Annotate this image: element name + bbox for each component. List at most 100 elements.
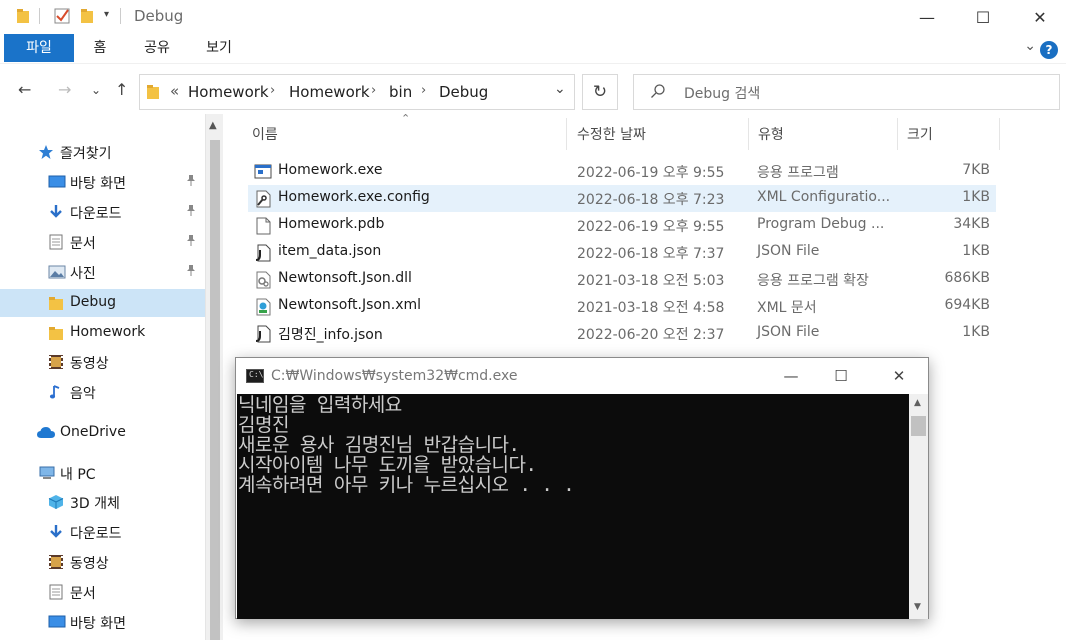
sidebar-item[interactable]: 음악 <box>0 378 205 406</box>
sidebar-item[interactable]: 문서 <box>0 228 205 256</box>
column-header-name[interactable]: 이름 <box>252 124 278 144</box>
sidebar-item[interactable]: 바탕 화면 <box>0 168 205 196</box>
properties-check-icon[interactable] <box>54 8 70 28</box>
up-arrow-icon[interactable]: ↑ <box>115 80 128 99</box>
column-header-date[interactable]: 수정한 날짜 <box>577 124 646 144</box>
sidebar-item[interactable]: 3D 개체 <box>0 488 205 516</box>
cmd-title-bar[interactable]: C:\ C:₩Windows₩system32₩cmd.exe — ☐ ✕ <box>236 358 928 394</box>
sidebar-item-label: 즐겨찾기 <box>60 146 112 162</box>
breadcrumb-debug[interactable]: Debug <box>439 83 488 101</box>
minimize-button[interactable]: — <box>899 0 955 34</box>
close-button[interactable]: ✕ <box>1012 0 1066 34</box>
overflow-chevron-icon[interactable]: « <box>170 82 179 100</box>
file-row[interactable]: Homework.exe 2022-06-19 오후 9:55 응용 프로그램 7KB <box>248 158 996 185</box>
breadcrumb-separator-icon[interactable]: › <box>421 83 426 98</box>
cmd-close-button[interactable]: ✕ <box>876 364 922 388</box>
file-size: 34KB <box>953 216 990 232</box>
sidebar-scrollbar[interactable]: ▲ <box>205 114 223 640</box>
tab-share[interactable]: 공유 <box>132 34 182 62</box>
music-icon <box>48 384 66 400</box>
column-header-size[interactable]: 크기 <box>907 124 933 144</box>
breadcrumb-homework-1[interactable]: Homework <box>188 83 269 101</box>
ribbon: 파일 홈 공유 보기 ⌄ ? <box>0 34 1066 64</box>
column-divider[interactable] <box>748 118 749 150</box>
sidebar-item[interactable]: OneDrive <box>0 419 205 447</box>
sidebar-item[interactable]: 즐겨찾기 <box>0 138 205 166</box>
breadcrumb-homework-2[interactable]: Homework <box>289 83 370 101</box>
maximize-button[interactable]: ☐ <box>955 0 1011 34</box>
forward-arrow-icon[interactable]: → <box>58 80 71 99</box>
file-row[interactable]: Newtonsoft.Json.dll 2021-03-18 오전 5:03 응용 … <box>248 266 996 293</box>
scroll-down-icon[interactable]: ▼ <box>914 602 921 612</box>
sidebar-item[interactable]: 사진 <box>0 258 205 286</box>
refresh-button[interactable]: ↻ <box>582 74 618 110</box>
tab-home[interactable]: 홈 <box>80 34 120 62</box>
console-line: 시작아이템 나무 도끼을 받았습니다. <box>238 454 537 476</box>
recent-locations-chevron-icon[interactable]: ⌄ <box>91 83 101 97</box>
file-date: 2021-03-18 오전 5:03 <box>577 273 725 289</box>
console-output[interactable]: 닉네임을 입력하세요 김명진 새로운 용사 김명진님 반갑습니다. 시작아이템 … <box>237 394 909 619</box>
search-icon <box>650 83 666 103</box>
cmd-maximize-button[interactable]: ☐ <box>818 364 864 388</box>
file-row[interactable]: 김명진_info.json 2022-06-20 오전 2:37 JSON File… <box>248 320 996 347</box>
pin-icon[interactable] <box>186 264 196 279</box>
search-input[interactable]: Debug 검색 <box>633 74 1060 110</box>
sidebar-item[interactable]: 동영상 <box>0 548 205 576</box>
search-placeholder: Debug 검색 <box>684 86 761 102</box>
cmd-scrollbar[interactable]: ▲ ▼ <box>909 394 928 619</box>
sidebar-item[interactable]: 내 PC <box>0 459 205 487</box>
sort-ascending-icon: ⌃ <box>401 112 411 125</box>
tab-view[interactable]: 보기 <box>194 34 244 62</box>
pin-icon[interactable] <box>186 174 196 189</box>
new-folder-icon[interactable] <box>80 8 94 28</box>
customize-dropdown-icon[interactable]: ▾ <box>104 9 109 20</box>
file-row[interactable]: Homework.exe.config 2022-06-18 오후 7:23 XML… <box>248 185 996 212</box>
file-row[interactable]: Newtonsoft.Json.xml 2021-03-18 오전 4:58 XML… <box>248 293 996 320</box>
file-type: Program Debug ... <box>757 216 885 232</box>
sidebar-item[interactable]: 동영상 <box>0 348 205 376</box>
console-line: 새로운 용사 김명진님 반갑습니다. <box>238 434 520 456</box>
pin-icon[interactable] <box>186 234 196 249</box>
sidebar-scroll-thumb[interactable] <box>210 140 220 640</box>
config-file-icon <box>254 190 272 208</box>
sidebar-item-label: 내 PC <box>60 467 96 483</box>
column-header-type[interactable]: 유형 <box>758 124 784 144</box>
sidebar-item[interactable]: 바탕 화면 <box>0 608 205 636</box>
sidebar-item[interactable]: 문서 <box>0 578 205 606</box>
address-history-chevron-icon[interactable]: ⌄ <box>554 81 566 97</box>
file-size: 686KB <box>944 270 990 286</box>
folder-icon[interactable] <box>16 8 30 28</box>
sidebar-item-label: Homework <box>70 324 146 340</box>
exe-icon <box>254 163 272 181</box>
column-divider[interactable] <box>566 118 567 150</box>
xml-file-icon <box>254 298 272 316</box>
breadcrumb-separator-icon[interactable]: › <box>270 83 275 98</box>
cmd-scroll-thumb[interactable] <box>911 416 926 436</box>
breadcrumb-separator-icon[interactable]: › <box>371 83 376 98</box>
sidebar-item[interactable]: Homework <box>0 319 205 347</box>
breadcrumb-bin[interactable]: bin <box>389 83 412 101</box>
sidebar-item-label: 바탕 화면 <box>70 176 126 192</box>
sidebar-item[interactable]: Debug <box>0 289 205 317</box>
file-type: XML 문서 <box>757 300 817 316</box>
scroll-up-icon[interactable]: ▲ <box>209 120 217 131</box>
sidebar-item[interactable]: 다운로드 <box>0 518 205 546</box>
file-type: JSON File <box>757 324 820 340</box>
file-row[interactable]: Homework.pdb 2022-06-19 오후 9:55 Program De… <box>248 212 996 239</box>
sidebar-item[interactable]: 다운로드 <box>0 198 205 226</box>
pin-icon[interactable] <box>186 204 196 219</box>
cmd-minimize-button[interactable]: — <box>768 364 814 388</box>
help-button[interactable]: ? <box>1040 41 1058 59</box>
tab-file[interactable]: 파일 <box>4 34 74 62</box>
ribbon-expand-chevron-icon[interactable]: ⌄ <box>1024 38 1036 54</box>
back-arrow-icon[interactable]: ← <box>18 80 31 99</box>
column-divider[interactable] <box>999 118 1000 150</box>
star-icon <box>38 144 56 160</box>
cloud-icon <box>36 425 55 441</box>
cmd-window[interactable]: C:\ C:₩Windows₩system32₩cmd.exe — ☐ ✕ 닉네… <box>235 357 929 619</box>
column-divider[interactable] <box>897 118 898 150</box>
file-row[interactable]: item_data.json 2022-06-18 오후 7:37 JSON Fil… <box>248 239 996 266</box>
address-bar[interactable]: « Homework › Homework › bin › Debug ⌄ <box>139 74 575 110</box>
scroll-up-icon[interactable]: ▲ <box>914 398 921 408</box>
folder-icon <box>48 295 66 311</box>
